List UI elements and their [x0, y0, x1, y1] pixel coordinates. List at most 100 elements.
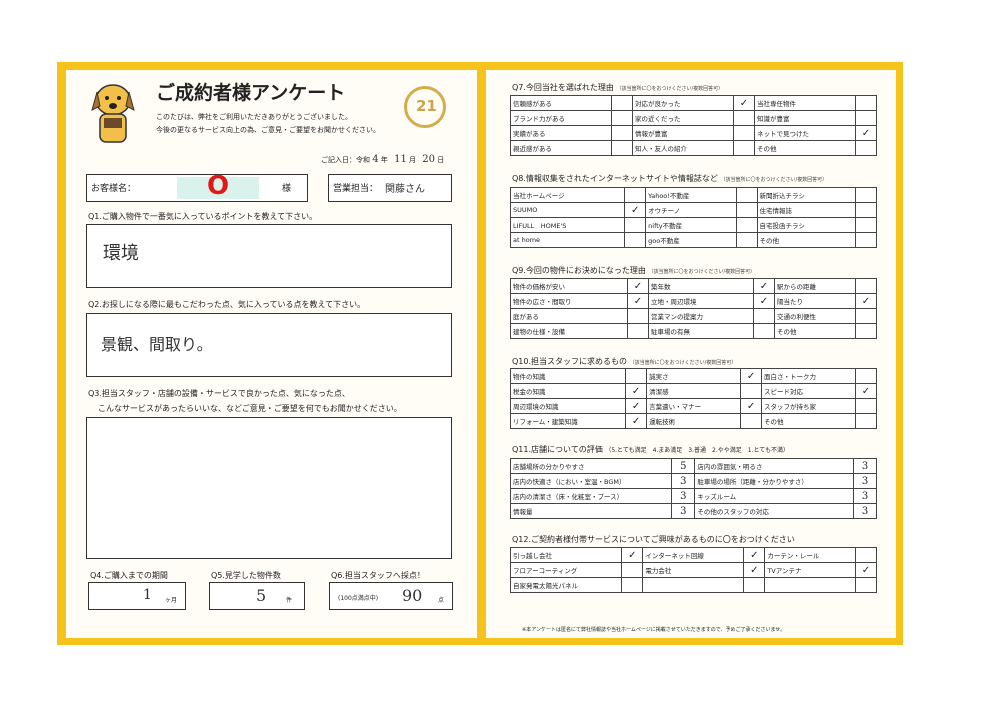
q7-checkbox[interactable]: [611, 140, 633, 156]
q10-checkbox[interactable]: [855, 413, 877, 429]
q8-option-label: at home: [509, 232, 626, 248]
q7-checkbox[interactable]: [733, 110, 755, 126]
q10-checkbox[interactable]: ✓: [625, 398, 648, 414]
q4-answer-box[interactable]: 1 ヶ月: [88, 582, 186, 610]
q6-unit: 点: [438, 597, 445, 604]
q10-option-label: スピード対応: [761, 383, 856, 399]
q7-checkbox[interactable]: [855, 110, 877, 126]
q5-answer-box[interactable]: 5 件: [209, 582, 305, 610]
q11-score[interactable]: 3: [853, 473, 877, 489]
q7-option-label: 知識が豊富: [754, 110, 856, 126]
q10-checkbox[interactable]: ✓: [625, 383, 648, 399]
q10-checkbox[interactable]: [855, 368, 877, 384]
q7-label: Q7.今回当社を選ばれた理由 （該当箇所に〇をおつけください/複数回答可）: [512, 83, 724, 92]
q12-checkbox[interactable]: ✓: [743, 562, 766, 578]
intro-line-1: このたびは、弊社をご利用いただきありがとうございました。: [156, 113, 352, 121]
q11-score[interactable]: 3: [853, 458, 877, 474]
q12-checkbox[interactable]: ✓: [855, 562, 877, 578]
q12-option-label: 自家発電太陽光パネル: [509, 577, 623, 593]
q10-checkbox[interactable]: ✓: [740, 398, 763, 414]
q6-answer-box[interactable]: (100点満点中) 90 点: [329, 582, 453, 610]
q8-option-label: Yahoo!不動産: [645, 187, 737, 203]
q9-checkbox[interactable]: ✓: [752, 293, 775, 309]
q12-checkbox[interactable]: [855, 547, 877, 563]
q8-checkbox[interactable]: [735, 202, 758, 218]
q10-checkbox[interactable]: ✓: [625, 413, 648, 429]
q10-checkbox[interactable]: ✓: [740, 368, 763, 384]
q2-answer-box[interactable]: 景観、間取り。: [86, 313, 452, 377]
q7-option-label: ネットで見つけた: [754, 125, 856, 141]
q9-checkbox[interactable]: [752, 323, 775, 339]
q9-checkbox[interactable]: [855, 308, 877, 324]
q8-checkbox[interactable]: ✓: [624, 202, 647, 218]
date-day: 20: [422, 154, 436, 165]
dog-mascot-icon: [91, 84, 135, 143]
q8-option-label: nifty不動産: [645, 217, 737, 233]
q9-checkbox[interactable]: ✓: [752, 278, 775, 294]
q10-checkbox[interactable]: ✓: [855, 383, 877, 399]
q8-checkbox[interactable]: [624, 232, 647, 248]
q11-score[interactable]: 3: [853, 503, 877, 519]
q7-option-label: 信頼感がある: [510, 95, 612, 111]
q9-checkbox[interactable]: [626, 308, 649, 324]
q10-checkbox[interactable]: [740, 383, 763, 399]
q11-score[interactable]: 5: [671, 458, 696, 474]
q11-score[interactable]: 3: [671, 473, 696, 489]
q9-checkbox[interactable]: ✓: [626, 293, 649, 309]
q11-item-label: その他のスタッフの対応: [694, 503, 854, 519]
q10-checkbox[interactable]: [740, 413, 763, 429]
q8-checkbox[interactable]: [735, 187, 758, 203]
q8-checkbox[interactable]: [855, 202, 877, 218]
q8-checkbox[interactable]: [624, 217, 647, 233]
q7-checkbox[interactable]: [611, 110, 633, 126]
q8-checkbox[interactable]: [735, 232, 758, 248]
q7-checkbox[interactable]: [611, 125, 633, 141]
q8-checkbox[interactable]: [735, 217, 758, 233]
survey-title: ご成約者様アンケート: [156, 82, 346, 104]
q11-score[interactable]: 3: [671, 503, 696, 519]
q10-option-label: 誠実さ: [646, 368, 742, 384]
q9-checkbox[interactable]: [626, 323, 649, 339]
q9-option-label: 駐車場の有無: [647, 323, 754, 339]
q12-checkbox[interactable]: ✓: [621, 547, 644, 563]
q8-checkbox[interactable]: [624, 187, 647, 203]
q12-checkbox[interactable]: [743, 577, 766, 593]
q11-score[interactable]: 3: [671, 488, 696, 504]
right-panel: Q7.今回当社を選ばれた理由 （該当箇所に〇をおつけください/複数回答可） 信頼…: [486, 70, 896, 638]
q10-checkbox[interactable]: [625, 368, 648, 384]
q7-row: 実績がある 情報が豊富 ネットで見つけた ✓: [510, 125, 877, 141]
q1-label: Q1.ご購入物件で一番気に入っているポイントを教えて下さい。: [88, 212, 318, 221]
q8-checkbox[interactable]: [855, 217, 877, 233]
q11-score[interactable]: 3: [853, 488, 877, 504]
q10-row: 周辺環境の知識 ✓ 言葉遣い・マナー ✓ スタッフが持ち家: [509, 398, 877, 414]
q8-checkbox[interactable]: [855, 187, 877, 203]
q7-checkbox[interactable]: [611, 95, 633, 111]
q9-checkbox[interactable]: ✓: [855, 293, 877, 309]
q12-checkbox[interactable]: [855, 577, 877, 593]
q8-option-label: goo不動産: [645, 232, 737, 248]
q7-checkbox[interactable]: [733, 140, 755, 156]
q7-checkbox[interactable]: [855, 95, 877, 111]
q7-checkbox[interactable]: [733, 125, 755, 141]
q12-option-label: TVアンテナ: [764, 562, 856, 578]
q9-row: 庭がある 営業マンの提案力 交通の利便性: [510, 308, 877, 324]
q7-checkbox[interactable]: [855, 140, 877, 156]
q4-label: Q4.ご購入までの期間: [90, 571, 168, 580]
q12-row: フロアーコーティング 電力会社 ✓ TVアンテナ ✓: [509, 562, 877, 578]
q1-answer-box[interactable]: 環境: [86, 224, 452, 288]
q10-checkbox[interactable]: [855, 398, 877, 414]
q12-checkbox[interactable]: [621, 562, 644, 578]
q9-checkbox[interactable]: [855, 323, 877, 339]
q9-option-label: 駅からの距離: [773, 278, 857, 294]
q9-checkbox[interactable]: [855, 278, 877, 294]
q7-checkbox[interactable]: ✓: [733, 95, 755, 111]
q7-checkbox[interactable]: ✓: [855, 125, 877, 141]
q12-checkbox[interactable]: [621, 577, 644, 593]
q9-checkbox[interactable]: [752, 308, 775, 324]
q3-answer-box[interactable]: [86, 417, 452, 559]
q9-checkbox[interactable]: ✓: [626, 278, 649, 294]
q8-row: LIFULL HOME'S nifty不動産 自宅投函チラシ: [509, 217, 877, 233]
q12-checkbox[interactable]: ✓: [743, 547, 766, 563]
q8-checkbox[interactable]: [855, 232, 877, 248]
q10-row: 物件の知識 誠実さ ✓ 面白さ・トーク力: [509, 368, 877, 384]
